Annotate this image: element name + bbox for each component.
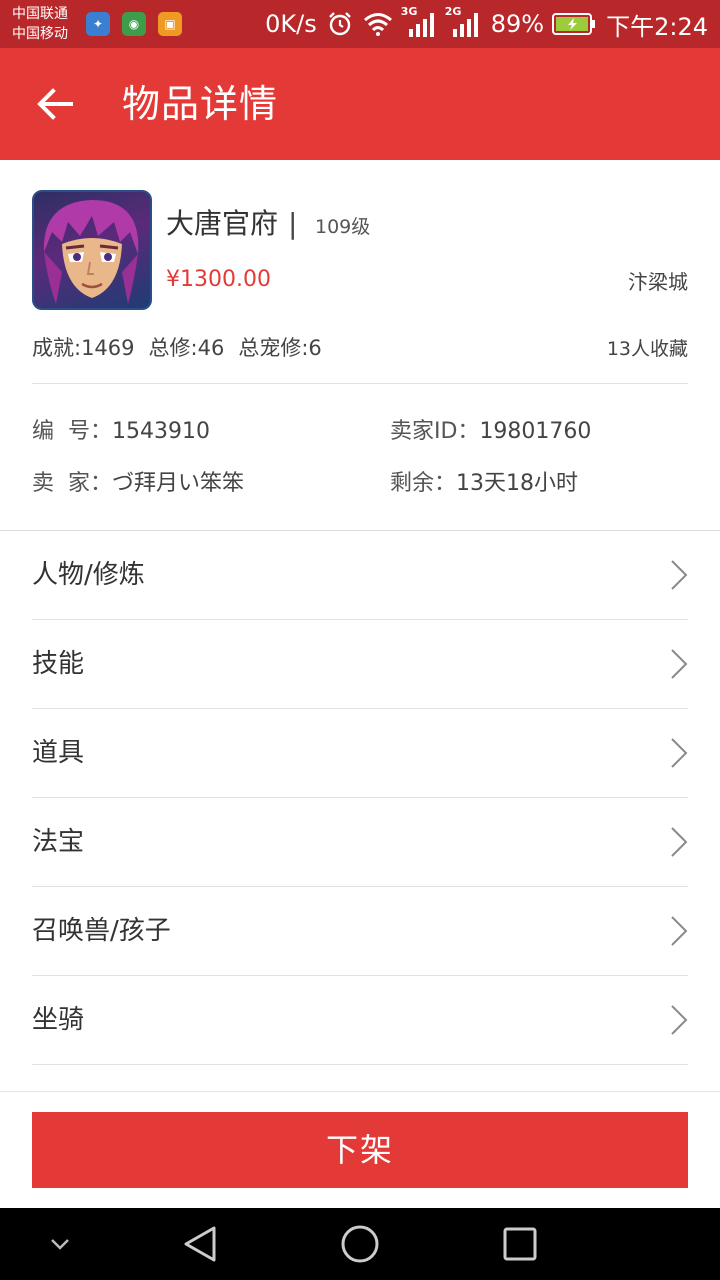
item-price: ¥1300.00 <box>166 267 271 292</box>
stat-pet-cultivation: 总宠修:6 <box>238 336 322 360</box>
battery-percent: 89% <box>490 10 545 38</box>
menu-item-label: 召唤兽/孩子 <box>32 916 171 946</box>
chevron-right-icon <box>671 560 688 590</box>
stat-total-cultivation: 总修:46 <box>148 336 225 360</box>
item-summary: 大唐官府 | 109级 ¥1300.00 汴梁城 成就:1469 总修:46 总… <box>0 160 720 530</box>
battery-indicator: 89% <box>491 10 596 38</box>
divider <box>32 383 688 384</box>
chevron-right-icon <box>671 649 688 679</box>
seller: 卖 家：づ拜月い笨笨 <box>32 468 244 500</box>
clock: 下午2:24 <box>606 12 708 41</box>
system-nav-bar <box>0 1208 720 1280</box>
time-remaining-label: 剩余： <box>390 471 457 496</box>
signal-3g-icon: 3G <box>401 5 437 39</box>
menu-item-label: 坐骑 <box>32 1005 85 1035</box>
signal-2g-icon: 2G <box>445 5 481 39</box>
seller-id-value: 19801760 <box>479 419 592 444</box>
shopping-bag-icon: ▣ <box>158 12 182 36</box>
status-bar: 中国联通 中国移动 ✦ ◉ ▣ 0K/s 3G 2G 89% 下午2:24 <box>0 0 720 48</box>
seller-value: づ拜月い笨笨 <box>112 471 245 496</box>
menu-item-mounts[interactable]: 坐骑 <box>32 976 688 1065</box>
menu-item-label: 道具 <box>32 738 85 768</box>
delist-button[interactable]: 下架 <box>32 1112 688 1188</box>
seller-label: 卖 家： <box>32 471 112 496</box>
menu-item-label: 人物/修炼 <box>32 560 145 590</box>
collapse-nav-button[interactable] <box>20 1208 100 1280</box>
menu-item-pets-children[interactable]: 召唤兽/孩子 <box>32 887 688 976</box>
item-server: 汴梁城 <box>628 270 688 294</box>
detail-menu: 人物/修炼 技能 道具 法宝 召唤兽/孩子 坐骑 <box>0 531 720 1065</box>
menu-item-props[interactable]: 道具 <box>32 709 688 798</box>
tencent-icon: ✦ <box>86 12 110 36</box>
chevron-right-icon <box>671 916 688 946</box>
item-id-value: 1543910 <box>112 419 210 444</box>
stat-achievement: 成就:1469 <box>32 336 135 360</box>
item-level: 109级 <box>315 216 371 238</box>
item-id: 编 号：1543910 <box>32 416 210 448</box>
menu-item-skills[interactable]: 技能 <box>32 620 688 709</box>
carrier-1: 中国联通 <box>12 6 68 22</box>
nav-home-button[interactable] <box>320 1208 400 1280</box>
carrier-info: 中国联通 中国移动 <box>12 4 68 44</box>
app-header: 物品详情 <box>0 48 720 160</box>
character-avatar <box>32 190 152 310</box>
alarm-icon <box>327 11 353 37</box>
item-stats: 成就:1469 总修:46 总宠修:6 <box>32 332 322 364</box>
carrier-2: 中国移动 <box>12 26 68 42</box>
home-circle-icon <box>341 1225 379 1263</box>
item-id-label: 编 号： <box>32 419 112 444</box>
footer-divider <box>0 1091 720 1092</box>
status-indicators: 0K/s 3G 2G 89% 下午2:24 <box>265 0 708 48</box>
menu-item-label: 法宝 <box>32 827 85 857</box>
back-button[interactable] <box>30 82 80 126</box>
menu-item-label: 技能 <box>32 649 85 679</box>
notification-icons: ✦ ◉ ▣ <box>86 12 182 36</box>
collapse-icon <box>51 1239 69 1250</box>
chevron-right-icon <box>671 1005 688 1035</box>
wifi-icon <box>363 12 393 36</box>
item-school-name: 大唐官府 <box>166 207 279 240</box>
recents-square-icon <box>503 1227 537 1261</box>
character-portrait-icon <box>43 200 139 304</box>
menu-item-character-cultivation[interactable]: 人物/修炼 <box>32 531 688 620</box>
net-speed: 0K/s <box>265 10 317 38</box>
back-triangle-icon <box>184 1226 216 1262</box>
nav-recents-button[interactable] <box>480 1208 560 1280</box>
back-arrow-icon <box>37 88 73 120</box>
battery-icon <box>552 12 596 36</box>
page-title: 物品详情 <box>122 82 279 126</box>
chevron-right-icon <box>671 738 688 768</box>
seller-id-label: 卖家ID： <box>390 419 480 444</box>
chevron-right-icon <box>671 827 688 857</box>
favorites-count: 13人收藏 <box>606 338 688 360</box>
time-remaining-value: 13天18小时 <box>456 471 579 496</box>
menu-item-treasures[interactable]: 法宝 <box>32 798 688 887</box>
seller-id: 卖家ID：19801760 <box>390 416 591 448</box>
nav-back-button[interactable] <box>160 1208 240 1280</box>
time-remaining: 剩余：13天18小时 <box>390 468 578 500</box>
name-separator: | <box>288 207 298 240</box>
eye-icon: ◉ <box>122 12 146 36</box>
